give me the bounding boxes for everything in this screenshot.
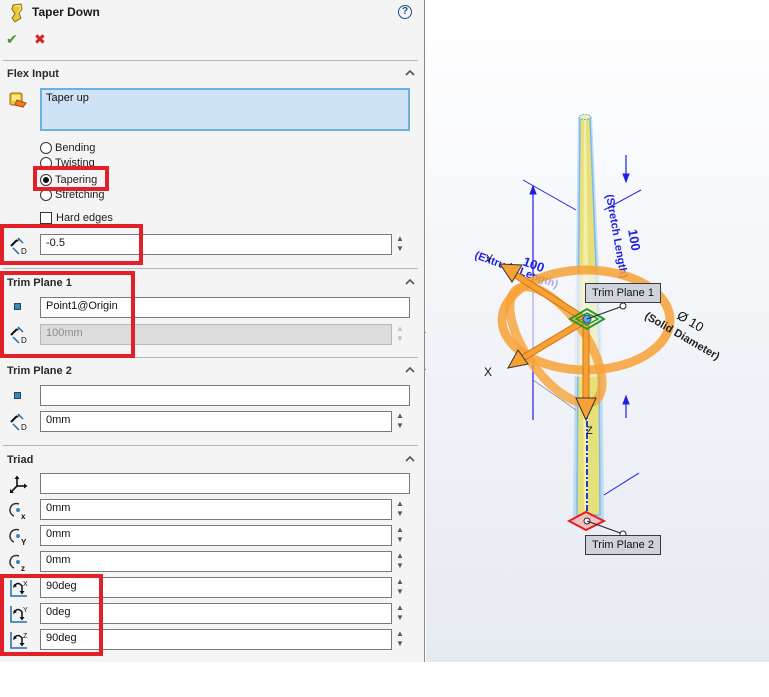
point-icon [14,392,21,399]
checkbox[interactable] [40,212,52,224]
property-manager-header: Taper Down ? ✔ ✖ [0,0,425,60]
chevron-down-icon[interactable]: ▼ [394,421,406,431]
chevron-up-icon[interactable]: ▲ [394,603,406,613]
z-position-icon: z [8,552,30,573]
radio-label: Bending [55,142,96,154]
section-title-flex-input: Flex Input [7,68,59,80]
x-position-icon: x [8,500,30,521]
ok-button[interactable]: ✔ [6,31,18,48]
chevron-down-icon[interactable]: ▼ [394,535,406,545]
chevron-down-icon[interactable]: ▼ [394,613,406,623]
chevron-up-icon[interactable] [404,366,416,376]
chevron-down-icon[interactable]: ▼ [394,561,406,571]
chevron-up-icon[interactable]: ▲ [394,551,406,561]
chevron-up-icon[interactable]: ▲ [394,499,406,509]
triad-axes-icon [8,474,30,494]
triad-x-position-field[interactable]: 0mm [40,499,392,520]
axis-label-y: Y [486,253,494,265]
triad-z-position-spinner[interactable]: ▲ ▼ [394,551,406,572]
section-title-trim-plane-2: Trim Plane 2 [7,365,72,377]
hard-edges-checkbox[interactable]: Hard edges [40,211,113,225]
radio-button[interactable] [40,142,52,154]
triad-y-position-field[interactable]: 0mm [40,525,392,546]
dimension-stretch-label[interactable]: (Stretch Length) [603,193,630,279]
offset-distance-icon: D [8,412,30,432]
trim-plane-2-callout[interactable]: Trim Plane 2 [585,535,661,555]
triad-z-rotation-spinner[interactable]: ▲ ▼ [394,629,406,650]
svg-text:x: x [21,512,26,520]
divider [3,268,418,269]
trim-plane-1-callout[interactable]: Trim Plane 1 [585,283,661,303]
chevron-up-icon[interactable]: ▲ [394,525,406,535]
bodies-selection-icon [9,92,27,108]
triad-selection-field[interactable] [40,473,410,494]
chevron-up-icon[interactable] [404,455,416,465]
radio-bending[interactable]: Bending [40,141,95,155]
triad-x-rotation-spinner[interactable]: ▲ ▼ [394,577,406,598]
chevron-up-icon[interactable]: ▲ [394,577,406,587]
svg-text:D: D [21,423,27,432]
graphics-viewport[interactable]: (Stretch Length) 100 (Extrude Length) 10… [426,0,769,662]
page-title: Taper Down [32,5,100,19]
y-position-icon: Y [8,526,30,547]
help-icon[interactable]: ? [398,5,412,19]
triad-y-position-spinner[interactable]: ▲ ▼ [394,525,406,546]
bodies-for-flex-field[interactable]: Taper up [40,88,410,131]
blank-area [426,662,769,697]
chevron-up-icon: ▲ [396,324,404,333]
chevron-down-icon[interactable]: ▼ [394,587,406,597]
section-title-triad: Triad [7,454,34,466]
triad-y-rotation-spinner[interactable]: ▲ ▼ [394,603,406,624]
chevron-up-icon[interactable] [404,69,416,79]
trim-plane-1-offset-spinner: ▲ ▼ [394,324,406,345]
dimension-stretch-value[interactable]: 100 [625,228,644,252]
divider [3,60,418,61]
model-view[interactable]: (Stretch Length) 100 (Extrude Length) 10… [426,0,769,662]
chevron-up-icon[interactable]: ▲ [394,411,406,421]
trim-plane-2-offset-spinner[interactable]: ▲ ▼ [394,411,406,432]
flex-feature-icon [9,3,25,23]
highlight-box-triad-rotation [0,574,103,656]
triad-z-position-field[interactable]: 0mm [40,551,392,572]
divider [3,445,418,446]
checkbox-label: Hard edges [56,212,113,224]
triad-x-position-spinner[interactable]: ▲ ▼ [394,499,406,520]
cancel-button[interactable]: ✖ [34,31,46,48]
taper-factor-spinner[interactable]: ▲ ▼ [394,234,406,255]
chevron-down-icon[interactable]: ▼ [394,244,406,254]
blank-area [0,662,425,697]
highlight-box-taper-factor [0,224,143,265]
chevron-down-icon[interactable]: ▼ [394,509,406,519]
chevron-up-icon[interactable]: ▲ [394,234,406,244]
axis-label-x: X [484,365,492,379]
svg-text:z: z [21,564,25,572]
highlight-box-tapering [33,166,109,191]
svg-text:Y: Y [21,538,27,546]
trim-plane-2-offset-field[interactable]: 0mm [40,411,392,432]
chevron-up-icon[interactable]: ▲ [394,629,406,639]
chevron-down-icon[interactable]: ▼ [394,639,406,649]
chevron-up-icon[interactable] [404,278,416,288]
trim-plane-2-reference-field[interactable] [40,385,410,406]
axis-label-z: Z [586,425,593,437]
highlight-box-trim-plane-1 [0,271,135,358]
chevron-down-icon: ▼ [396,334,404,343]
